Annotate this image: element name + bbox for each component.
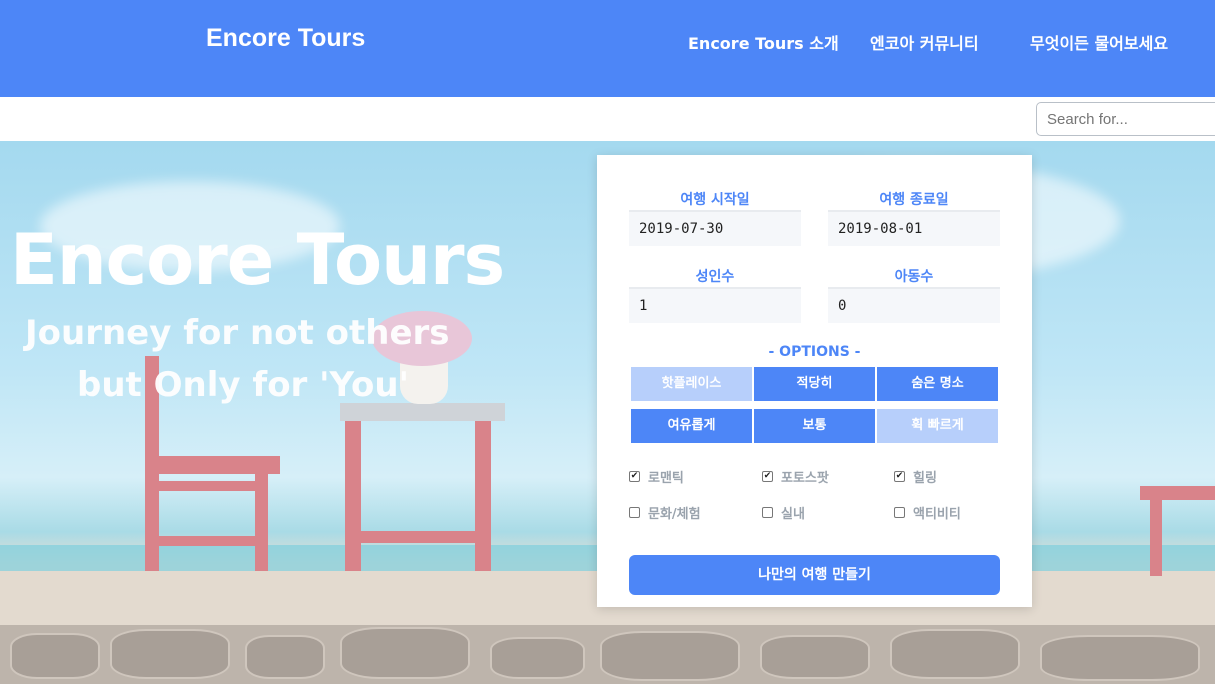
theme-label: 포토스팟 (781, 471, 829, 486)
main-nav: Encore Tours 소개 엔코아 커뮤니티 무엇이든 물어보세요 (0, 30, 1215, 54)
rocks-decoration (0, 625, 1215, 684)
trip-planner-panel: 여행 시작일 여행 종료일 성인수 아동수 - OPTIONS - 핫플레이스 … (597, 155, 1032, 607)
nav-item-ask[interactable]: 무엇이든 물어보세요 (1030, 30, 1168, 54)
option-moderate-button[interactable]: 적당히 (754, 367, 875, 401)
theme-label: 실내 (781, 507, 805, 522)
theme-photospot-checkbox[interactable]: ✔ 포토스팟 (762, 467, 829, 486)
theme-label: 문화/체험 (648, 507, 701, 522)
hero-title: Encore Tours (10, 219, 505, 301)
adults-label: 성인수 (695, 269, 735, 285)
search-input[interactable] (1036, 102, 1215, 136)
end-date-input[interactable] (828, 210, 1000, 246)
option-hotplace-button[interactable]: 핫플레이스 (631, 367, 752, 401)
option-relaxed-button[interactable]: 여유롭게 (631, 409, 752, 443)
checkbox-unchecked-icon[interactable] (629, 507, 640, 518)
nav-item-about[interactable]: Encore Tours 소개 (688, 30, 839, 54)
create-trip-button[interactable]: 나만의 여행 만들기 (629, 555, 1000, 595)
top-navbar: Encore Tours Encore Tours 소개 엔코아 커뮤니티 무엇… (0, 0, 1215, 97)
start-date-label: 여행 시작일 (680, 192, 750, 208)
kids-label: 아동수 (894, 269, 934, 285)
theme-activity-checkbox[interactable]: 액티비티 (894, 503, 961, 522)
end-date-label: 여행 종료일 (879, 192, 949, 208)
option-hidden-spot-button[interactable]: 숨은 명소 (877, 367, 998, 401)
theme-label: 로맨틱 (648, 471, 684, 486)
kids-input[interactable] (828, 287, 1000, 323)
checkbox-checked-icon[interactable]: ✔ (629, 471, 640, 482)
hero-subtitle: but Only for 'You' (77, 365, 410, 405)
options-title: - OPTIONS - (768, 344, 861, 360)
theme-healing-checkbox[interactable]: ✔ 힐링 (894, 467, 937, 486)
theme-indoor-checkbox[interactable]: 실내 (762, 503, 805, 522)
option-normal-button[interactable]: 보통 (754, 409, 875, 443)
theme-label: 힐링 (913, 471, 937, 486)
checkbox-checked-icon[interactable]: ✔ (894, 471, 905, 482)
checkbox-checked-icon[interactable]: ✔ (762, 471, 773, 482)
theme-label: 액티비티 (913, 507, 961, 522)
checkbox-unchecked-icon[interactable] (762, 507, 773, 518)
adults-input[interactable] (629, 287, 801, 323)
theme-culture-checkbox[interactable]: 문화/체험 (629, 503, 701, 522)
hero-subtitle: Journey for not others (25, 313, 450, 353)
search-bar (0, 97, 1215, 141)
theme-romantic-checkbox[interactable]: ✔ 로맨틱 (629, 467, 684, 486)
nav-item-community[interactable]: 엔코아 커뮤니티 (870, 30, 979, 54)
checkbox-unchecked-icon[interactable] (894, 507, 905, 518)
start-date-input[interactable] (629, 210, 801, 246)
option-fast-button[interactable]: 휙 빠르게 (877, 409, 998, 443)
